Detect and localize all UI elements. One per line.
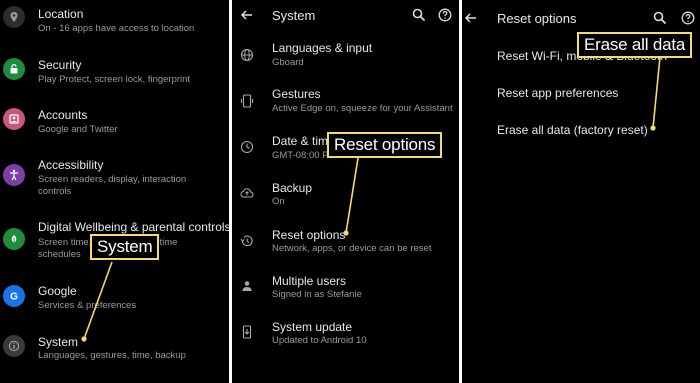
person-icon [242,281,252,291]
clock-icon [240,140,254,154]
app-bar: Reset options [462,0,700,32]
settings-item-accessibility[interactable]: Accessibility Screen readers, display, i… [0,150,229,206]
page-title: System [272,8,316,23]
system-update-icon [242,325,252,339]
item-title: Reset options [272,228,346,242]
system-item-languages[interactable]: Languages & input Gboard [232,36,459,80]
item-title: System [38,335,79,349]
history-icon [240,235,253,247]
item-subtitle: On [272,196,285,207]
item-title: Digital Wellbeing & parental controls [38,220,229,234]
item-title: Erase all data (factory reset) [497,123,648,137]
item-subtitle: On - 16 apps have access to location [38,23,195,34]
item-subtitle: Signed in as Stefanie [272,289,362,300]
search-icon[interactable] [653,11,667,25]
back-arrow-icon[interactable] [240,8,254,22]
settings-panel: Location On - 16 apps have access to loc… [0,0,229,383]
item-title: Languages & input [272,41,373,55]
settings-item-google[interactable]: G Google Services & preferences [0,276,229,324]
item-title: Google [38,284,77,298]
system-item-system-update[interactable]: System update Updated to Android 10 [232,314,459,358]
accessibility-icon [3,164,25,186]
settings-item-security[interactable]: Security Play Protect, screen lock, fing… [0,50,229,98]
item-subtitle-line2: schedules [38,249,81,260]
item-title: Date & time [272,134,335,148]
help-icon[interactable] [438,8,452,22]
settings-item-accounts[interactable]: Accounts Google and Twitter [0,100,229,148]
item-subtitle: Languages, gestures, time, backup [38,350,186,361]
system-item-reset-options[interactable]: Reset options Network, apps, or device c… [232,222,459,266]
item-subtitle: Google and Twitter [38,124,118,135]
erase-all-data-factory-reset[interactable]: Erase all data (factory reset) [462,114,700,148]
system-item-gestures[interactable]: Gestures Active Edge on, squeeze for you… [232,82,459,126]
wellbeing-icon [3,228,25,250]
callout-erase-all-data: Erase all data [577,32,693,58]
system-item-backup[interactable]: Backup On [232,174,459,218]
location-icon [3,6,25,28]
callout-reset-options: Reset options [327,132,443,158]
item-title: Multiple users [272,274,347,288]
system-panel: System Languages & input Gboard Gestures… [232,0,459,383]
search-icon[interactable] [412,8,426,22]
item-subtitle: Active Edge on, squeeze for your Assista… [272,103,453,114]
item-title: Gestures [272,87,321,101]
item-title: Security [38,58,82,72]
item-title: Backup [272,181,313,195]
item-subtitle: Gboard [272,57,304,68]
item-title: Location [38,7,84,21]
item-title: Accessibility [38,158,104,172]
item-subtitle: Play Protect, screen lock, fingerprint [38,74,191,85]
settings-item-location[interactable]: Location On - 16 apps have access to loc… [0,0,229,48]
item-subtitle-line2: controls [38,186,72,197]
settings-item-system[interactable]: System Languages, gestures, time, backup [0,326,229,374]
back-arrow-icon[interactable] [464,11,478,25]
callout-system: System [90,234,160,260]
google-icon: G [3,285,25,307]
item-title: Accounts [38,108,88,122]
globe-icon [240,48,254,62]
reset-app-preferences[interactable]: Reset app preferences [462,78,700,112]
page-title: Reset options [497,11,577,26]
app-bar: System [232,0,459,32]
gesture-icon [240,94,254,108]
info-icon [3,335,25,357]
item-subtitle: Updated to Android 10 [272,335,367,346]
item-subtitle: Screen readers, display, interaction [38,174,187,185]
item-subtitle: Network, apps, or device can be reset [272,243,432,254]
system-item-multiple-users[interactable]: Multiple users Signed in as Stefanie [232,268,459,312]
account-icon [3,108,25,130]
help-icon[interactable] [681,11,695,25]
backup-icon [240,188,254,198]
item-title: Reset app preferences [497,86,619,100]
lock-icon [3,58,25,80]
svg-text:G: G [10,292,18,302]
item-title: System update [272,320,353,334]
item-subtitle: Services & preferences [38,300,137,311]
